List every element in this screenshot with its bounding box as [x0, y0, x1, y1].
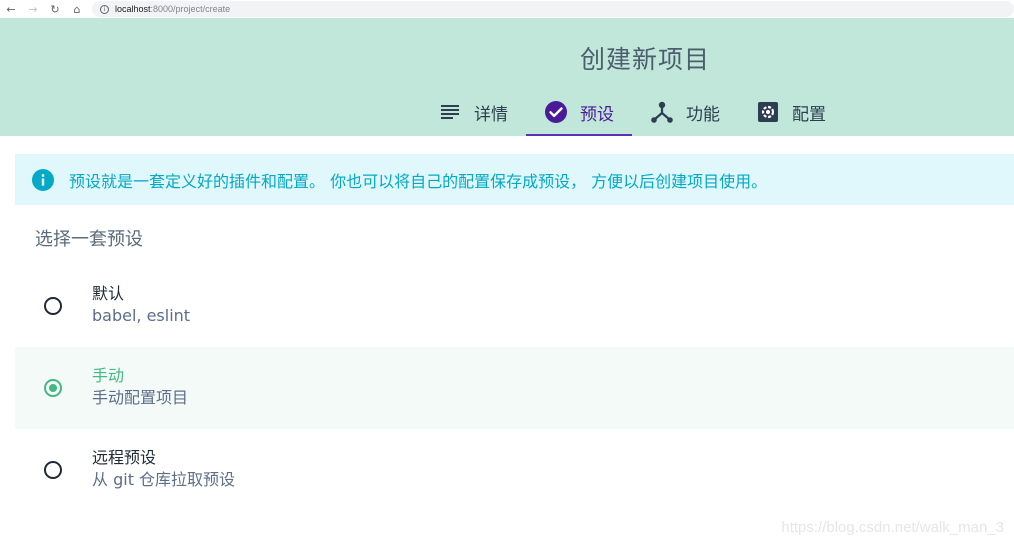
preset-description: 从 git 仓库拉取预设 [92, 470, 236, 489]
browser-toolbar: ← → ↻ ⌂ i localhost:8000/project/create [0, 0, 1014, 18]
preset-option-default[interactable]: 默认 babel, eslint [15, 265, 1014, 347]
radio-button[interactable] [44, 461, 62, 479]
tab-features[interactable]: 功能 [632, 88, 738, 136]
subject-icon [438, 100, 462, 124]
tab-presets[interactable]: 预设 [526, 88, 632, 136]
info-banner: 预设就是一套定义好的插件和配置。 你也可以将自己的配置保存成预设， 方便以后创建… [15, 154, 1014, 205]
tab-details[interactable]: 详情 [420, 88, 526, 136]
preset-name: 手动 [92, 366, 125, 385]
forward-arrow-icon[interactable]: → [22, 0, 44, 18]
home-icon[interactable]: ⌂ [66, 0, 88, 18]
preset-option-manual[interactable]: 手动 手动配置项目 [15, 347, 1014, 429]
tab-label: 预设 [580, 104, 614, 125]
tab-label: 配置 [792, 104, 826, 125]
tab-config[interactable]: 配置 [738, 88, 844, 136]
check-circle-icon [544, 100, 568, 124]
tab-label: 详情 [474, 104, 508, 125]
address-bar[interactable]: i localhost:8000/project/create [92, 1, 1014, 17]
preset-name: 默认 [92, 284, 125, 303]
tab-bar: 详情 预设 功能 配置 [420, 88, 844, 136]
preset-description: 手动配置项目 [92, 388, 189, 407]
page-header: 创建新项目 详情 预设 功能 配置 [0, 18, 1014, 136]
preset-name: 远程预设 [92, 448, 157, 467]
info-icon [31, 168, 55, 192]
back-arrow-icon[interactable]: ← [0, 0, 22, 18]
url-text: localhost:8000/project/create [115, 4, 231, 14]
settings-applications-icon [756, 100, 780, 124]
device-hub-icon [650, 100, 674, 124]
watermark: https://blog.csdn.net/walk_man_3 [781, 519, 1004, 536]
radio-button[interactable] [44, 379, 62, 397]
preset-description: babel, eslint [92, 306, 191, 325]
site-info-icon[interactable]: i [100, 4, 109, 14]
preset-option-remote[interactable]: 远程预设 从 git 仓库拉取预设 [15, 429, 1014, 511]
reload-icon[interactable]: ↻ [44, 0, 66, 18]
tab-label: 功能 [686, 104, 720, 125]
page-title: 创建新项目 [580, 45, 711, 74]
banner-text: 预设就是一套定义好的插件和配置。 你也可以将自己的配置保存成预设， 方便以后创建… [69, 171, 768, 191]
radio-button[interactable] [44, 297, 62, 315]
preset-section-title: 选择一套预设 [35, 229, 143, 250]
